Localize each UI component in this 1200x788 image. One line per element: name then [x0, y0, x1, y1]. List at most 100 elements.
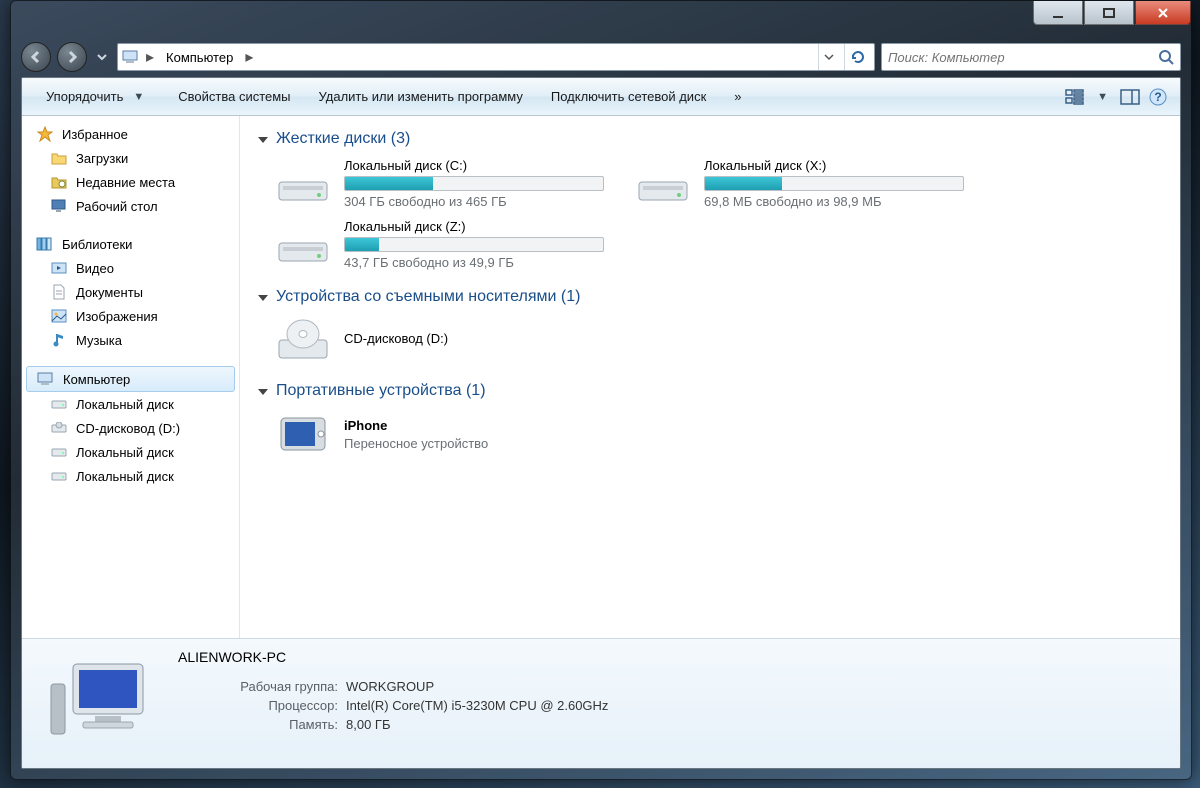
- usage-bar: [704, 176, 964, 191]
- sidebar-item-label: Локальный диск: [76, 397, 174, 412]
- drive-free-text: 304 ГБ свободно из 465 ГБ: [344, 194, 604, 209]
- drive-icon: [50, 395, 68, 413]
- body: Избранное Загрузки Недавние места Рабочи…: [22, 116, 1180, 638]
- computer-icon: [122, 48, 140, 66]
- close-button[interactable]: [1135, 1, 1191, 25]
- explorer-window: ▸ Компьютер ▸ Упорядочить ▼ Свойства: [10, 0, 1192, 780]
- sidebar-item-label: Библиотеки: [62, 237, 132, 252]
- system-properties-button[interactable]: Свойства системы: [164, 78, 304, 115]
- computer-large-icon: [38, 649, 158, 749]
- group-header-portable[interactable]: Портативные устройства (1): [258, 382, 1162, 400]
- sidebar-recent[interactable]: Недавние места: [22, 170, 239, 194]
- drive-name: Локальный диск (C:): [344, 158, 604, 173]
- drive-z[interactable]: Локальный диск (Z:) 43,7 ГБ свободно из …: [274, 219, 594, 270]
- sidebar-item-label: Локальный диск: [76, 445, 174, 460]
- cd-drive-icon: [274, 316, 332, 364]
- back-button[interactable]: [21, 42, 51, 72]
- sidebar-music[interactable]: Музыка: [22, 328, 239, 352]
- uninstall-program-button[interactable]: Удалить или изменить программу: [305, 78, 537, 115]
- folder-icon: [50, 149, 68, 167]
- sidebar-drive-x[interactable]: Локальный диск: [22, 440, 239, 464]
- sidebar-item-label: CD-дисковод (D:): [76, 421, 180, 436]
- drive-c[interactable]: Локальный диск (C:) 304 ГБ свободно из 4…: [274, 158, 594, 209]
- client-area: Упорядочить ▼ Свойства системы Удалить и…: [21, 77, 1181, 769]
- sidebar-item-label: Компьютер: [63, 372, 130, 387]
- help-icon[interactable]: ?: [1146, 85, 1170, 109]
- sidebar-libraries[interactable]: Библиотеки: [22, 232, 239, 256]
- hdd-icon: [634, 160, 692, 208]
- organize-button[interactable]: Упорядочить ▼: [32, 78, 164, 115]
- media-player-icon: [274, 410, 332, 458]
- drive-free-text: 69,8 МБ свободно из 98,9 МБ: [704, 194, 964, 209]
- group-header-hdd[interactable]: Жесткие диски (3): [258, 130, 1162, 148]
- breadcrumb-arrow: ▸: [245, 47, 253, 67]
- sidebar-videos[interactable]: Видео: [22, 256, 239, 280]
- minimize-button[interactable]: [1033, 1, 1083, 25]
- libraries-icon: [36, 235, 54, 253]
- chevron-down-icon[interactable]: ▼: [1091, 91, 1114, 103]
- sidebar-item-label: Загрузки: [76, 151, 128, 166]
- sidebar-drive-z[interactable]: Локальный диск: [22, 464, 239, 488]
- cd-drive[interactable]: CD-дисковод (D:): [274, 316, 594, 364]
- group-header-removable[interactable]: Устройства со съемными носителями (1): [258, 288, 1162, 306]
- pictures-icon: [50, 307, 68, 325]
- breadcrumb-arrow: ▸: [146, 47, 154, 67]
- documents-icon: [50, 283, 68, 301]
- chevron-down-icon: ▼: [127, 91, 150, 103]
- sidebar-item-label: Избранное: [62, 127, 128, 142]
- videos-icon: [50, 259, 68, 277]
- workgroup-label: Рабочая группа:: [178, 679, 338, 694]
- collapse-icon: [258, 295, 268, 301]
- sidebar-item-label: Локальный диск: [76, 469, 174, 484]
- drive-free-text: 43,7 ГБ свободно из 49,9 ГБ: [344, 255, 604, 270]
- sidebar-desktop[interactable]: Рабочий стол: [22, 194, 239, 218]
- collapse-icon: [258, 389, 268, 395]
- group-header-label: Жесткие диски (3): [276, 130, 410, 148]
- map-network-drive-button[interactable]: Подключить сетевой диск: [537, 78, 720, 115]
- hdd-icon: [274, 160, 332, 208]
- cpu-label: Процессор:: [178, 698, 338, 713]
- sidebar-drive-d[interactable]: CD-дисковод (D:): [22, 416, 239, 440]
- usage-bar: [344, 237, 604, 252]
- toolbar-overflow[interactable]: »: [720, 78, 755, 115]
- sidebar-drive-c[interactable]: Локальный диск: [22, 392, 239, 416]
- sidebar: Избранное Загрузки Недавние места Рабочи…: [22, 116, 240, 638]
- sidebar-item-label: Недавние места: [76, 175, 175, 190]
- maximize-button[interactable]: [1084, 1, 1134, 25]
- recent-icon: [50, 173, 68, 191]
- address-bar[interactable]: ▸ Компьютер ▸: [117, 43, 875, 71]
- sidebar-item-label: Рабочий стол: [76, 199, 158, 214]
- sidebar-pictures[interactable]: Изображения: [22, 304, 239, 328]
- sidebar-item-label: Документы: [76, 285, 143, 300]
- star-icon: [36, 125, 54, 143]
- sidebar-downloads[interactable]: Загрузки: [22, 146, 239, 170]
- search-icon: [1158, 49, 1174, 65]
- address-dropdown[interactable]: [818, 44, 838, 70]
- toolbar: Упорядочить ▼ Свойства системы Удалить и…: [22, 78, 1180, 116]
- svg-text:?: ?: [1154, 90, 1161, 104]
- device-desc: Переносное устройство: [344, 436, 594, 451]
- history-dropdown[interactable]: [93, 43, 111, 71]
- drive-x[interactable]: Локальный диск (X:) 69,8 МБ свободно из …: [634, 158, 954, 209]
- sidebar-item-label: Видео: [76, 261, 114, 276]
- view-options-icon[interactable]: [1063, 85, 1087, 109]
- forward-button[interactable]: [57, 42, 87, 72]
- workgroup-value: WORKGROUP: [346, 679, 434, 694]
- drive-name: Локальный диск (X:): [704, 158, 964, 173]
- sidebar-documents[interactable]: Документы: [22, 280, 239, 304]
- cd-drive-icon: [50, 419, 68, 437]
- organize-label: Упорядочить: [46, 89, 123, 104]
- breadcrumb[interactable]: Компьютер: [160, 50, 239, 65]
- computer-name: ALIENWORK-PC: [178, 649, 1164, 665]
- sidebar-favorites[interactable]: Избранное: [22, 122, 239, 146]
- sidebar-computer[interactable]: Компьютер: [26, 366, 235, 392]
- refresh-button[interactable]: [844, 44, 870, 70]
- sidebar-item-label: Музыка: [76, 333, 122, 348]
- search-box[interactable]: [881, 43, 1181, 71]
- portable-device-iphone[interactable]: iPhone Переносное устройство: [274, 410, 594, 458]
- preview-pane-icon[interactable]: [1118, 85, 1142, 109]
- drive-icon: [50, 443, 68, 461]
- drive-icon: [50, 467, 68, 485]
- search-input[interactable]: [888, 50, 1158, 65]
- drive-name: CD-дисковод (D:): [344, 331, 594, 346]
